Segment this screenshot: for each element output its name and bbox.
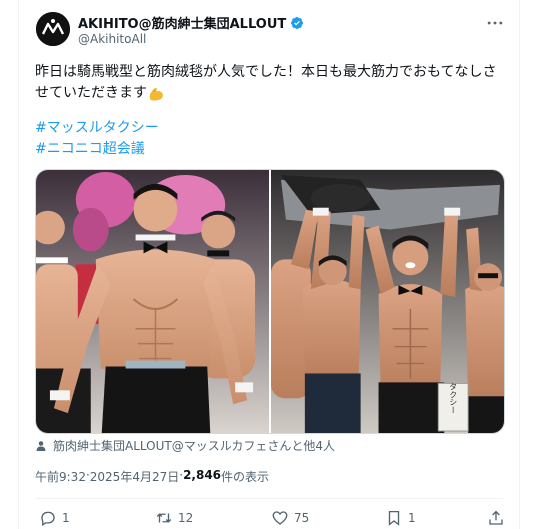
like-button[interactable]: 75 (271, 509, 309, 527)
tweet-card[interactable]: AKIHITO@筋肉紳士集団ALLOUT @AkihitoAll 昨日は騎馬戦型… (18, 0, 520, 529)
reply-count: 1 (62, 511, 70, 525)
tweet-meta: 午前9:32 · 2025年4月27日 · 2,846 件の表示 (35, 468, 269, 485)
heart-icon (272, 511, 288, 525)
flexed-biceps-icon (149, 87, 163, 101)
views-count[interactable]: 2,846 (183, 468, 221, 485)
like-count: 75 (294, 511, 310, 525)
avatar[interactable] (36, 12, 70, 46)
more-options-icon[interactable] (485, 13, 505, 33)
photo-lifting-man[interactable]: タクシー (271, 170, 504, 433)
share-icon (489, 510, 503, 525)
retweet-icon (156, 513, 172, 523)
verified-badge-icon (291, 16, 304, 29)
author-display-name[interactable]: AKIHITO@筋肉紳士集団ALLOUT (78, 13, 286, 32)
views-label: 件の表示 (221, 470, 270, 484)
photo-2-image: タクシー (271, 170, 504, 433)
tagged-users-text: 筋肉紳士集団ALLOUT@マッスルカフェさんと他4人 (53, 439, 335, 453)
reply-button[interactable]: 1 (39, 509, 70, 527)
tweet-time[interactable]: 午前9:32 (35, 468, 86, 485)
hashtag-list: #マッスルタクシー #ニコニコ超会議 (35, 118, 159, 160)
tagged-users[interactable]: 筋肉紳士集団ALLOUT@マッスルカフェさんと他4人 (35, 437, 335, 454)
sign-text: タクシー (449, 382, 458, 414)
bookmark-icon (388, 510, 400, 526)
share-button[interactable] (487, 509, 505, 527)
bookmark-count: 1 (408, 511, 416, 525)
avatar-logo-icon (36, 12, 70, 46)
tweet-text-line-1: 昨日は騎馬戦型と筋肉絨毯が人気でした！本日も最大筋力でおもてなしさ (35, 64, 497, 80)
divider (35, 498, 503, 499)
media-gallery: タクシー (35, 169, 505, 434)
action-bar: 1 12 75 1 (35, 509, 509, 529)
photo-1-image (36, 170, 269, 433)
retweet-count: 12 (178, 511, 194, 525)
tweet-text: 昨日は騎馬戦型と筋肉絨毯が人気でした！本日も最大筋力でおもてなしさ せていただき… (35, 62, 509, 104)
reply-icon (41, 511, 55, 526)
tweet-date[interactable]: 2025年4月27日 (90, 468, 179, 485)
hashtag-muscle-taxi[interactable]: #マッスルタクシー (35, 118, 159, 139)
tweet-text-line-2: せていただきます (35, 85, 147, 101)
photo-men-in-bowties[interactable] (36, 170, 269, 433)
author-handle[interactable]: @AkihitoAll (78, 32, 146, 46)
retweet-button[interactable]: 12 (155, 509, 193, 527)
hashtag-niconico-chokaigi[interactable]: #ニコニコ超会議 (35, 139, 159, 160)
bookmark-button[interactable]: 1 (385, 509, 416, 527)
person-icon (36, 440, 46, 451)
